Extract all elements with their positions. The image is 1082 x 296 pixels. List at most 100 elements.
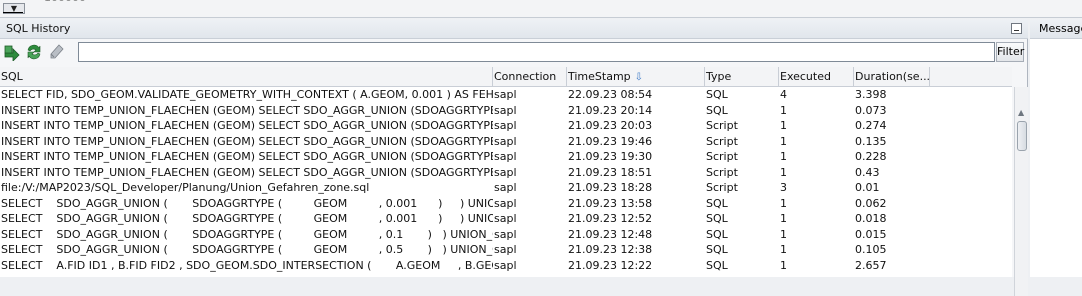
cell-sql: SELECT A.FID ID1 , B.FID FID2 , SDO_GEOM… bbox=[1, 258, 493, 272]
cell-connection: sapl bbox=[494, 243, 517, 256]
filter-input[interactable] bbox=[78, 42, 995, 62]
cell-sql: INSERT INTO TEMP_UNION_FLAECHEN (GEOM) S… bbox=[1, 103, 493, 117]
cell-type: Script bbox=[706, 165, 738, 179]
table-row[interactable]: SELECT FID, SDO_GEOM.VALIDATE_GEOMETRY_W… bbox=[0, 87, 1012, 103]
minimize-button[interactable] bbox=[1011, 23, 1022, 34]
table-row[interactable]: INSERT INTO TEMP_UNION_FLAECHEN (GEOM) S… bbox=[0, 149, 1012, 165]
cell-type: Script bbox=[706, 134, 738, 148]
cell-timestamp: 21.09.23 20:03 bbox=[568, 119, 653, 132]
cell-type: SQL bbox=[706, 196, 728, 210]
table-row[interactable]: INSERT INTO TEMP_UNION_FLAECHEN (GEOM) S… bbox=[0, 165, 1012, 181]
cell-connection: sapl bbox=[494, 165, 517, 179]
cell-sql: SELECT SDO_AGGR_UNION ( SDOAGGRTYPE ( GE… bbox=[1, 196, 493, 210]
append-to-worksheet-icon[interactable] bbox=[3, 43, 21, 62]
cell-timestamp: 21.09.23 13:58 bbox=[568, 196, 653, 210]
top-divider-line bbox=[3, 12, 23, 13]
cell-duration: 0.135 bbox=[855, 134, 887, 148]
clear-history-icon[interactable] bbox=[47, 43, 65, 61]
scroll-up-icon[interactable]: ▲ bbox=[1018, 108, 1024, 117]
cell-executed: 1 bbox=[780, 212, 787, 225]
cell-duration: 0.062 bbox=[855, 196, 887, 210]
cell-connection: sapl bbox=[494, 150, 517, 163]
cell-duration: 0.015 bbox=[855, 227, 887, 241]
top-toolbar: ▼ 100000 bbox=[0, 0, 1082, 18]
cell-type: Script bbox=[706, 150, 738, 163]
column-header-type[interactable]: Type bbox=[705, 67, 779, 87]
cell-connection: sapl bbox=[494, 227, 517, 241]
cell-connection: sapl bbox=[494, 212, 517, 225]
cell-executed: 1 bbox=[780, 243, 787, 256]
cell-sql: INSERT INTO TEMP_UNION_FLAECHEN (GEOM) S… bbox=[1, 150, 493, 163]
messages-panel-title[interactable]: Messages bbox=[1030, 19, 1082, 39]
cell-type: SQL bbox=[706, 227, 728, 241]
table-row[interactable]: INSERT INTO TEMP_UNION_FLAECHEN (GEOM) S… bbox=[0, 103, 1012, 119]
cell-executed: 4 bbox=[780, 88, 787, 101]
column-header-connection[interactable]: Connection bbox=[493, 67, 567, 87]
cell-timestamp: 21.09.23 19:46 bbox=[568, 134, 653, 148]
table-row[interactable]: SELECT SDO_AGGR_UNION ( SDOAGGRTYPE ( GE… bbox=[0, 196, 1012, 212]
cell-duration: 0.018 bbox=[855, 212, 887, 225]
table-row[interactable]: file:/V:/MAP2023/SQL_Developer/Planung/U… bbox=[0, 180, 1012, 196]
cell-duration: 0.105 bbox=[855, 243, 887, 256]
cell-duration: 0.43 bbox=[855, 165, 880, 179]
cell-duration: 0.01 bbox=[855, 181, 880, 194]
cell-executed: 1 bbox=[780, 134, 787, 148]
cell-executed: 1 bbox=[780, 119, 787, 132]
cell-executed: 1 bbox=[780, 258, 787, 272]
cell-connection: sapl bbox=[494, 88, 517, 101]
cell-timestamp: 21.09.23 12:52 bbox=[568, 212, 653, 225]
cell-duration: 2.657 bbox=[855, 258, 887, 272]
cell-executed: 1 bbox=[780, 103, 787, 117]
column-header-sql[interactable]: SQL bbox=[0, 67, 493, 87]
cell-timestamp: 22.09.23 08:54 bbox=[568, 88, 653, 101]
cell-type: SQL bbox=[706, 103, 728, 117]
history-table: SQL Connection TimeStamp ⇩ Type Executed … bbox=[0, 67, 1012, 277]
cell-executed: 1 bbox=[780, 227, 787, 241]
cell-type: SQL bbox=[706, 88, 728, 101]
cell-executed: 1 bbox=[780, 165, 787, 179]
cell-executed: 1 bbox=[780, 150, 787, 163]
cell-timestamp: 21.09.23 19:30 bbox=[568, 150, 653, 163]
cell-executed: 1 bbox=[780, 196, 787, 210]
table-row[interactable]: SELECT SDO_AGGR_UNION ( SDOAGGRTYPE ( GE… bbox=[0, 227, 1012, 243]
table-row[interactable]: SELECT SDO_AGGR_UNION ( SDOAGGRTYPE ( GE… bbox=[0, 242, 1012, 258]
panel-title-bar: SQL History bbox=[0, 19, 1028, 39]
cell-timestamp: 21.09.23 12:22 bbox=[568, 258, 653, 272]
cell-type: Script bbox=[706, 119, 738, 132]
history-toolbar: Filter bbox=[0, 40, 1028, 64]
cell-duration: 0.073 bbox=[855, 103, 887, 117]
table-header: SQL Connection TimeStamp ⇩ Type Executed … bbox=[0, 67, 1012, 87]
cell-type: SQL bbox=[706, 243, 728, 256]
cell-type: SQL bbox=[706, 212, 728, 225]
table-row[interactable]: SELECT A.FID ID1 , B.FID FID2 , SDO_GEOM… bbox=[0, 258, 1012, 274]
cell-sql: INSERT INTO TEMP_UNION_FLAECHEN (GEOM) S… bbox=[1, 134, 493, 148]
cell-connection: sapl bbox=[494, 119, 517, 132]
cell-connection: sapl bbox=[494, 181, 517, 194]
scrollbar-thumb[interactable] bbox=[1017, 121, 1027, 151]
cell-connection: sapl bbox=[494, 258, 517, 272]
cell-sql: SELECT SDO_AGGR_UNION ( SDOAGGRTYPE ( GE… bbox=[1, 212, 493, 225]
cell-connection: sapl bbox=[494, 134, 517, 148]
table-row[interactable]: INSERT INTO TEMP_UNION_FLAECHEN (GEOM) S… bbox=[0, 118, 1012, 134]
column-header-executed[interactable]: Executed bbox=[779, 67, 854, 87]
table-row[interactable]: INSERT INTO TEMP_UNION_FLAECHEN (GEOM) S… bbox=[0, 134, 1012, 150]
column-header-duration[interactable]: Duration(se... bbox=[854, 67, 930, 87]
cell-duration: 3.398 bbox=[855, 88, 887, 101]
table-row[interactable]: SELECT SDO_AGGR_UNION ( SDOAGGRTYPE ( GE… bbox=[0, 211, 1012, 227]
cell-executed: 3 bbox=[780, 181, 787, 194]
replace-worksheet-icon[interactable] bbox=[25, 43, 43, 61]
cell-timestamp: 21.09.23 12:48 bbox=[568, 227, 653, 241]
top-value: 100000 bbox=[44, 0, 86, 4]
cell-duration: 0.274 bbox=[855, 119, 887, 132]
column-header-timestamp[interactable]: TimeStamp ⇩ bbox=[567, 67, 705, 87]
cell-timestamp: 21.09.23 20:14 bbox=[568, 103, 653, 117]
vertical-scrollbar[interactable]: ▲ bbox=[1014, 87, 1028, 296]
cell-sql: SELECT FID, SDO_GEOM.VALIDATE_GEOMETRY_W… bbox=[1, 88, 493, 101]
cell-timestamp: 21.09.23 18:51 bbox=[568, 165, 653, 179]
cell-sql: INSERT INTO TEMP_UNION_FLAECHEN (GEOM) S… bbox=[1, 119, 493, 132]
cell-type: Script bbox=[706, 181, 738, 194]
cell-sql: file:/V:/MAP2023/SQL_Developer/Planung/U… bbox=[1, 181, 370, 194]
cell-connection: sapl bbox=[494, 103, 517, 117]
cell-sql: SELECT SDO_AGGR_UNION ( SDOAGGRTYPE ( GE… bbox=[1, 227, 493, 241]
filter-button[interactable]: Filter bbox=[996, 42, 1024, 62]
